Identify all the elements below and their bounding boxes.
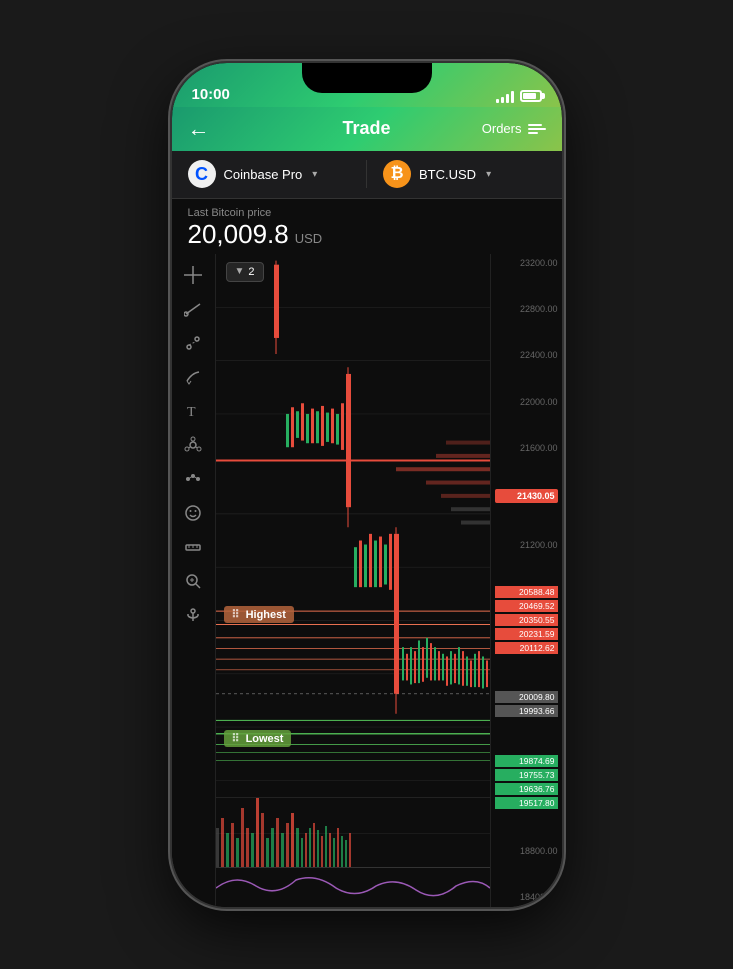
emoji-tool[interactable] bbox=[176, 498, 210, 528]
price-info: Last Bitcoin price 20,009.8 USD bbox=[172, 199, 562, 254]
price-tick: 22800.00 bbox=[495, 304, 558, 314]
exchange-dropdown-icon: ▾ bbox=[312, 169, 317, 180]
anchor-tool[interactable] bbox=[176, 600, 210, 630]
highest-label: ⠿ Highest bbox=[224, 606, 294, 623]
text-tool[interactable]: T bbox=[176, 396, 210, 426]
chart-area[interactable]: T bbox=[172, 254, 562, 907]
exchange-selector[interactable]: C Coinbase Pro ▾ bbox=[172, 160, 368, 188]
orders-button[interactable]: Orders bbox=[482, 121, 546, 136]
price-tick: 18400.00 bbox=[495, 892, 558, 902]
indicator-badge[interactable]: ▼ 2 bbox=[226, 262, 264, 282]
price-currency: USD bbox=[295, 231, 322, 246]
back-button[interactable]: ← bbox=[188, 112, 218, 146]
price-tick: 22000.00 bbox=[495, 397, 558, 407]
pen-tool[interactable] bbox=[176, 362, 210, 392]
price-tick: 18800.00 bbox=[495, 846, 558, 856]
orders-icon bbox=[528, 124, 546, 134]
volume-area bbox=[216, 797, 490, 867]
bottom-indicator bbox=[216, 867, 490, 907]
pair-dropdown-icon: ▾ bbox=[486, 169, 491, 180]
current-price-tag: 21430.05 bbox=[495, 489, 558, 503]
svg-text:T: T bbox=[187, 405, 196, 420]
pair-name: BTC.USD bbox=[419, 167, 476, 182]
orders-label: Orders bbox=[482, 121, 522, 136]
highest-annotation: ⠿ Highest bbox=[224, 606, 294, 623]
status-icons bbox=[496, 89, 542, 103]
header: ← Trade Orders bbox=[172, 107, 562, 151]
dots-tool[interactable] bbox=[176, 464, 210, 494]
btc-logo: ₿ bbox=[383, 160, 411, 188]
network-tool[interactable] bbox=[176, 430, 210, 460]
node-tool[interactable] bbox=[176, 328, 210, 358]
exchange-logo: C bbox=[188, 160, 216, 188]
red-price-tags: 20588.48 20469.52 20350.55 20231.59 2011… bbox=[495, 586, 558, 655]
signal-icon bbox=[496, 89, 514, 103]
price-label: Last Bitcoin price bbox=[188, 207, 546, 219]
ruler-tool[interactable] bbox=[176, 532, 210, 562]
battery-icon bbox=[520, 90, 542, 102]
magnify-tool[interactable] bbox=[176, 566, 210, 596]
price-tick: 22400.00 bbox=[495, 350, 558, 360]
indicator-number: 2 bbox=[248, 266, 254, 278]
pair-bar: C Coinbase Pro ▾ ₿ BTC.USD ▾ bbox=[172, 151, 562, 199]
price-tick: 21600.00 bbox=[495, 443, 558, 453]
chart-toolbar: T bbox=[172, 254, 216, 907]
chart-canvas[interactable]: 23200.00 22800.00 22400.00 22000.00 2160… bbox=[216, 254, 562, 907]
price-tick: 23200.00 bbox=[495, 258, 558, 268]
gray-price-tags: 20009.80 19993.66 bbox=[495, 691, 558, 718]
line-tool[interactable] bbox=[176, 294, 210, 324]
price-display: 20,009.8 USD bbox=[188, 219, 546, 250]
lowest-annotation: ⠿ Lowest bbox=[224, 730, 292, 747]
price-scale: 23200.00 22800.00 22400.00 22000.00 2160… bbox=[490, 254, 562, 907]
lowest-label: ⠿ Lowest bbox=[224, 730, 292, 747]
price-number: 20,009.8 bbox=[188, 219, 289, 250]
page-title: Trade bbox=[342, 118, 390, 139]
price-tick: 21200.00 bbox=[495, 540, 558, 550]
pair-selector[interactable]: ₿ BTC.USD ▾ bbox=[367, 160, 562, 188]
exchange-name: Coinbase Pro bbox=[224, 167, 303, 182]
crosshair-tool[interactable] bbox=[176, 260, 210, 290]
green-price-tags: 19874.69 19755.73 19636.76 19517.80 bbox=[495, 755, 558, 810]
